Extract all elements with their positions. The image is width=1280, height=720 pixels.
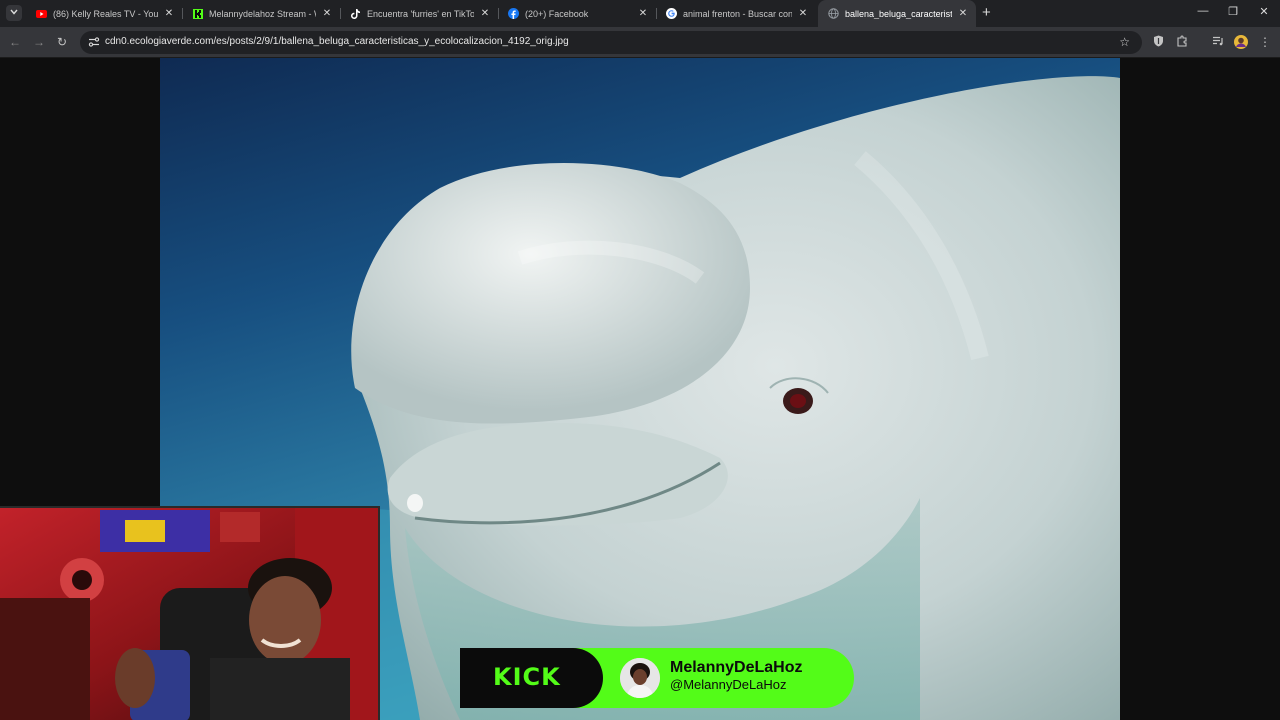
tab-strip: (86) Kelly Reales TV - YouTube ✕ Melanny… (0, 0, 1280, 27)
youtube-icon (36, 8, 47, 19)
media-controls-icon[interactable] (1211, 35, 1225, 49)
url-text[interactable]: cdn0.ecologiaverde.com/es/posts/2/9/1/ba… (105, 36, 569, 47)
tab-search-button[interactable] (6, 5, 22, 21)
streamer-avatar (620, 658, 660, 698)
chevron-down-icon (10, 9, 18, 15)
new-tab-button[interactable]: + (982, 4, 991, 21)
tab-tiktok[interactable]: Encuentra 'furries' en TikTok | B ✕ (340, 0, 498, 27)
webcam-video (0, 508, 378, 720)
tab-youtube[interactable]: (86) Kelly Reales TV - YouTube ✕ (26, 0, 182, 27)
tab-facebook[interactable]: (20+) Facebook ✕ (498, 0, 656, 27)
tab-kick-stream[interactable]: Melannydelahoz Stream - Wat ✕ (182, 0, 340, 27)
browser-toolbar: ← → ↻ cdn0.ecologiaverde.com/es/posts/2/… (0, 27, 1280, 58)
tab-beluga-image[interactable]: ballena_beluga_caracteristicas_ ✕ (818, 0, 976, 27)
page-viewport: KICK MelannyDeLaHoz @MelannyDeLaHoz (0, 58, 1280, 720)
close-icon[interactable]: ✕ (480, 8, 490, 19)
close-icon[interactable]: ✕ (322, 8, 332, 19)
extensions-puzzle-icon[interactable] (1175, 35, 1189, 50)
globe-icon (828, 8, 839, 19)
close-icon[interactable]: ✕ (958, 8, 968, 19)
kick-logo: KICK (493, 663, 561, 691)
close-window-button[interactable]: ✕ (1257, 5, 1271, 18)
shield-extension-icon[interactable] (1151, 35, 1165, 50)
site-info-icon[interactable] (88, 36, 100, 48)
tiktok-icon (350, 8, 361, 19)
streamer-display-name: MelannyDeLaHoz (670, 659, 803, 676)
restore-button[interactable]: ❐ (1226, 5, 1240, 18)
streamer-handle: @MelannyDeLaHoz (670, 677, 787, 692)
back-button[interactable]: ← (8, 35, 22, 49)
tab-title: (20+) Facebook (525, 8, 589, 19)
close-icon[interactable]: ✕ (798, 8, 808, 19)
streamer-webcam-feed (0, 506, 380, 720)
profile-avatar-icon[interactable] (1234, 35, 1248, 52)
kick-streamer-banner: KICK MelannyDeLaHoz @MelannyDeLaHoz (460, 648, 854, 708)
forward-button[interactable]: → (32, 35, 46, 49)
more-menu-icon[interactable]: ⋮ (1258, 35, 1272, 49)
address-bar[interactable]: cdn0.ecologiaverde.com/es/posts/2/9/1/ba… (80, 31, 1142, 54)
tab-title: Encuentra 'furries' en TikTok | B (367, 8, 474, 19)
kick-icon (192, 8, 203, 19)
minimize-button[interactable]: — (1196, 5, 1210, 17)
reload-button[interactable]: ↻ (55, 35, 69, 49)
tab-title: Melannydelahoz Stream - Wat (209, 8, 316, 19)
tab-title: (86) Kelly Reales TV - YouTube (53, 8, 158, 19)
kick-logo-panel: KICK (460, 648, 603, 708)
close-icon[interactable]: ✕ (164, 8, 174, 19)
google-icon (666, 8, 677, 19)
bookmark-star-icon[interactable]: ☆ (1119, 35, 1130, 49)
tab-google-search[interactable]: animal frenton - Buscar con Go ✕ (656, 0, 816, 27)
tab-title: ballena_beluga_caracteristicas_ (845, 8, 952, 19)
close-icon[interactable]: ✕ (638, 8, 648, 19)
facebook-icon (508, 8, 519, 19)
tab-title: animal frenton - Buscar con Go (683, 8, 792, 19)
